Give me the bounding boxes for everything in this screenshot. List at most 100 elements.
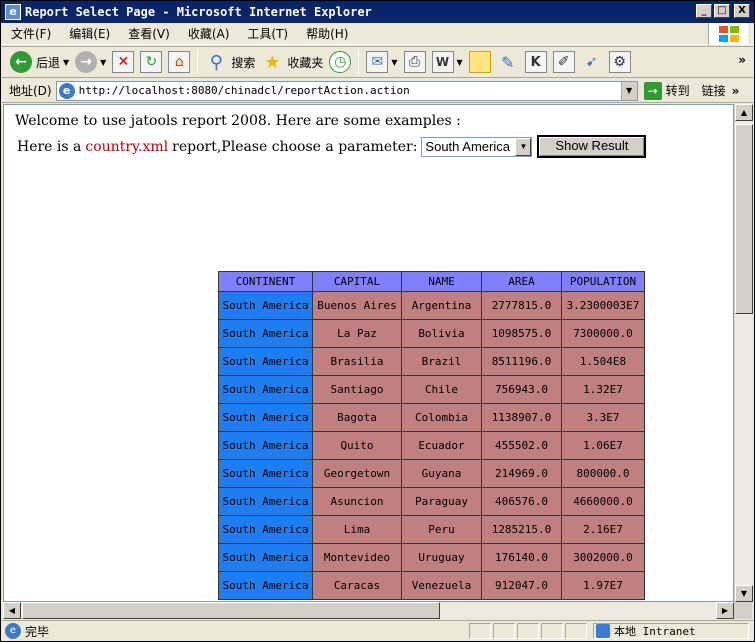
tool-k-button[interactable]: K [522, 48, 550, 76]
search-label: 搜索 [231, 55, 256, 70]
page-done-icon: e [5, 623, 21, 639]
maximize-button[interactable]: □ [714, 4, 730, 18]
history-icon: ◷ [329, 51, 352, 73]
scroll-up-icon[interactable]: ▲ [735, 104, 753, 121]
forward-button[interactable]: → ▼ [72, 48, 109, 76]
param-suffix: report,Please choose a parameter: [172, 138, 418, 155]
zone-label: 本地 Intranet [614, 625, 696, 638]
title-bar[interactable]: e Report Select Page - Microsoft Interne… [1, 1, 754, 23]
header-capital: CAPITAL [312, 271, 402, 292]
address-bar: 地址(D) e http://localhost:8080/chinadcl/r… [1, 79, 754, 103]
page-icon: e [58, 82, 75, 99]
horizontal-scrollbar[interactable]: ◀ ▶ [3, 602, 734, 619]
parameter-select[interactable]: South America ▼ [421, 136, 533, 157]
menu-tools[interactable]: 工具(T) [237, 25, 296, 42]
table-row: South America Buenos Aires Argentina 277… [218, 291, 645, 320]
header-area: AREA [481, 271, 562, 292]
history-button[interactable]: ◷ [326, 48, 354, 76]
edit-button[interactable]: W ▼ [429, 48, 466, 76]
close-button[interactable]: X [734, 4, 750, 18]
vertical-scroll-thumb[interactable] [735, 124, 753, 314]
menu-file[interactable]: 文件(F) [1, 25, 59, 42]
ie-logo-icon: e [5, 4, 21, 20]
messenger-button[interactable]: ✎ [494, 48, 522, 76]
table-row: South America Georgetown Guyana 214969.0… [218, 459, 645, 488]
toolbar-more-chevron[interactable]: » [738, 53, 746, 67]
menu-edit[interactable]: 编辑(E) [59, 25, 118, 42]
note-button[interactable] [466, 48, 494, 76]
window-title: Report Select Page - Microsoft Internet … [25, 5, 372, 19]
favorites-label: 收藏夹 [287, 55, 324, 70]
vertical-scrollbar[interactable]: ▲ ▼ [734, 104, 753, 602]
links-more-chevron[interactable]: » [732, 84, 740, 98]
cell-name: Colombia [401, 403, 482, 432]
cell-population: 7300000.0 [561, 319, 645, 348]
cell-capital: Brasilia [312, 347, 402, 376]
mail-dropdown-icon[interactable]: ▼ [391, 58, 397, 67]
cell-name: Guyana [401, 459, 482, 488]
back-button[interactable]: ← 后退 ▼ [7, 48, 72, 76]
security-zone[interactable]: 本地 Intranet [593, 623, 749, 639]
status-text: 完毕 [25, 624, 50, 639]
scroll-down-icon[interactable]: ▼ [735, 585, 753, 602]
minimize-button[interactable]: _ [696, 4, 712, 18]
show-result-button[interactable]: Show Result [537, 135, 647, 158]
menu-help[interactable]: 帮助(H) [296, 25, 356, 42]
tool-pointer-button[interactable]: ➹ [578, 48, 606, 76]
scroll-right-icon[interactable]: ▶ [716, 602, 734, 619]
search-button[interactable]: ⚲ 搜索 [202, 48, 258, 76]
tool-research-button[interactable]: ⚙ [606, 48, 634, 76]
cell-name: Bolivia [401, 319, 482, 348]
standard-toolbar: ← 后退 ▼ → ▼ ✕ ↻ ⌂ ⚲ 搜索 ★ 收藏夹 ◷ ✉ ▼ ⎙ W ▼ … [1, 46, 754, 78]
status-bar: e 完毕 本地 Intranet [1, 620, 754, 641]
table-row: South America Brasilia Brazil 8511196.0 … [218, 347, 645, 376]
home-button[interactable]: ⌂ [165, 48, 193, 76]
pencil-icon: ✐ [552, 51, 575, 73]
status-panel [541, 623, 563, 639]
cell-area: 176140.0 [481, 543, 562, 572]
address-label: 地址(D) [9, 84, 52, 98]
cell-capital: Caracas [312, 571, 402, 600]
favorites-button[interactable]: ★ 收藏夹 [258, 48, 326, 76]
back-label: 后退 [36, 55, 61, 70]
mail-button[interactable]: ✉ ▼ [363, 48, 400, 76]
forward-arrow-icon: → [75, 51, 98, 73]
header-continent: CONTINENT [218, 271, 313, 292]
cell-area: 406576.0 [481, 487, 562, 516]
cell-population: 4660000.0 [561, 487, 645, 516]
intranet-zone-icon [596, 624, 610, 638]
messenger-icon: ✎ [500, 52, 515, 72]
country-xml-link[interactable]: country.xml [85, 139, 168, 155]
cell-capital: Santiago [312, 375, 402, 404]
cell-area: 214969.0 [481, 459, 562, 488]
back-dropdown-icon[interactable]: ▼ [63, 58, 69, 67]
refresh-button[interactable]: ↻ [137, 48, 165, 76]
home-icon: ⌂ [168, 51, 191, 73]
refresh-icon: ↻ [140, 51, 163, 73]
print-button[interactable]: ⎙ [401, 48, 429, 76]
go-button[interactable]: → 转到 [643, 81, 690, 100]
horizontal-scroll-thumb[interactable] [22, 602, 440, 619]
forward-dropdown-icon[interactable]: ▼ [100, 58, 106, 67]
star-icon: ★ [264, 51, 281, 73]
address-dropdown-icon[interactable]: ▼ [620, 81, 637, 100]
cell-population: 1.32E7 [561, 375, 645, 404]
cell-capital: Georgetown [312, 459, 402, 488]
menu-favorites[interactable]: 收藏(A) [178, 25, 238, 42]
cell-area: 912047.0 [481, 571, 562, 600]
cell-population: 3.2300003E7 [561, 291, 645, 320]
stop-button[interactable]: ✕ [109, 48, 137, 76]
menu-view[interactable]: 查看(V) [118, 25, 178, 42]
cell-population: 1.06E7 [561, 431, 645, 460]
status-panel [469, 623, 491, 639]
scroll-left-icon[interactable]: ◀ [3, 602, 21, 619]
edit-dropdown-icon[interactable]: ▼ [457, 58, 463, 67]
address-url[interactable]: http://localhost:8080/chinadcl/reportAct… [79, 84, 410, 97]
links-button[interactable]: 链接 [702, 82, 726, 99]
note-icon [468, 51, 491, 73]
cell-continent: South America [218, 431, 313, 460]
tool-edit-button[interactable]: ✐ [550, 48, 578, 76]
cell-continent: South America [218, 459, 313, 488]
address-input[interactable]: e http://localhost:8080/chinadcl/reportA… [55, 80, 638, 101]
select-dropdown-icon[interactable]: ▼ [515, 137, 532, 156]
